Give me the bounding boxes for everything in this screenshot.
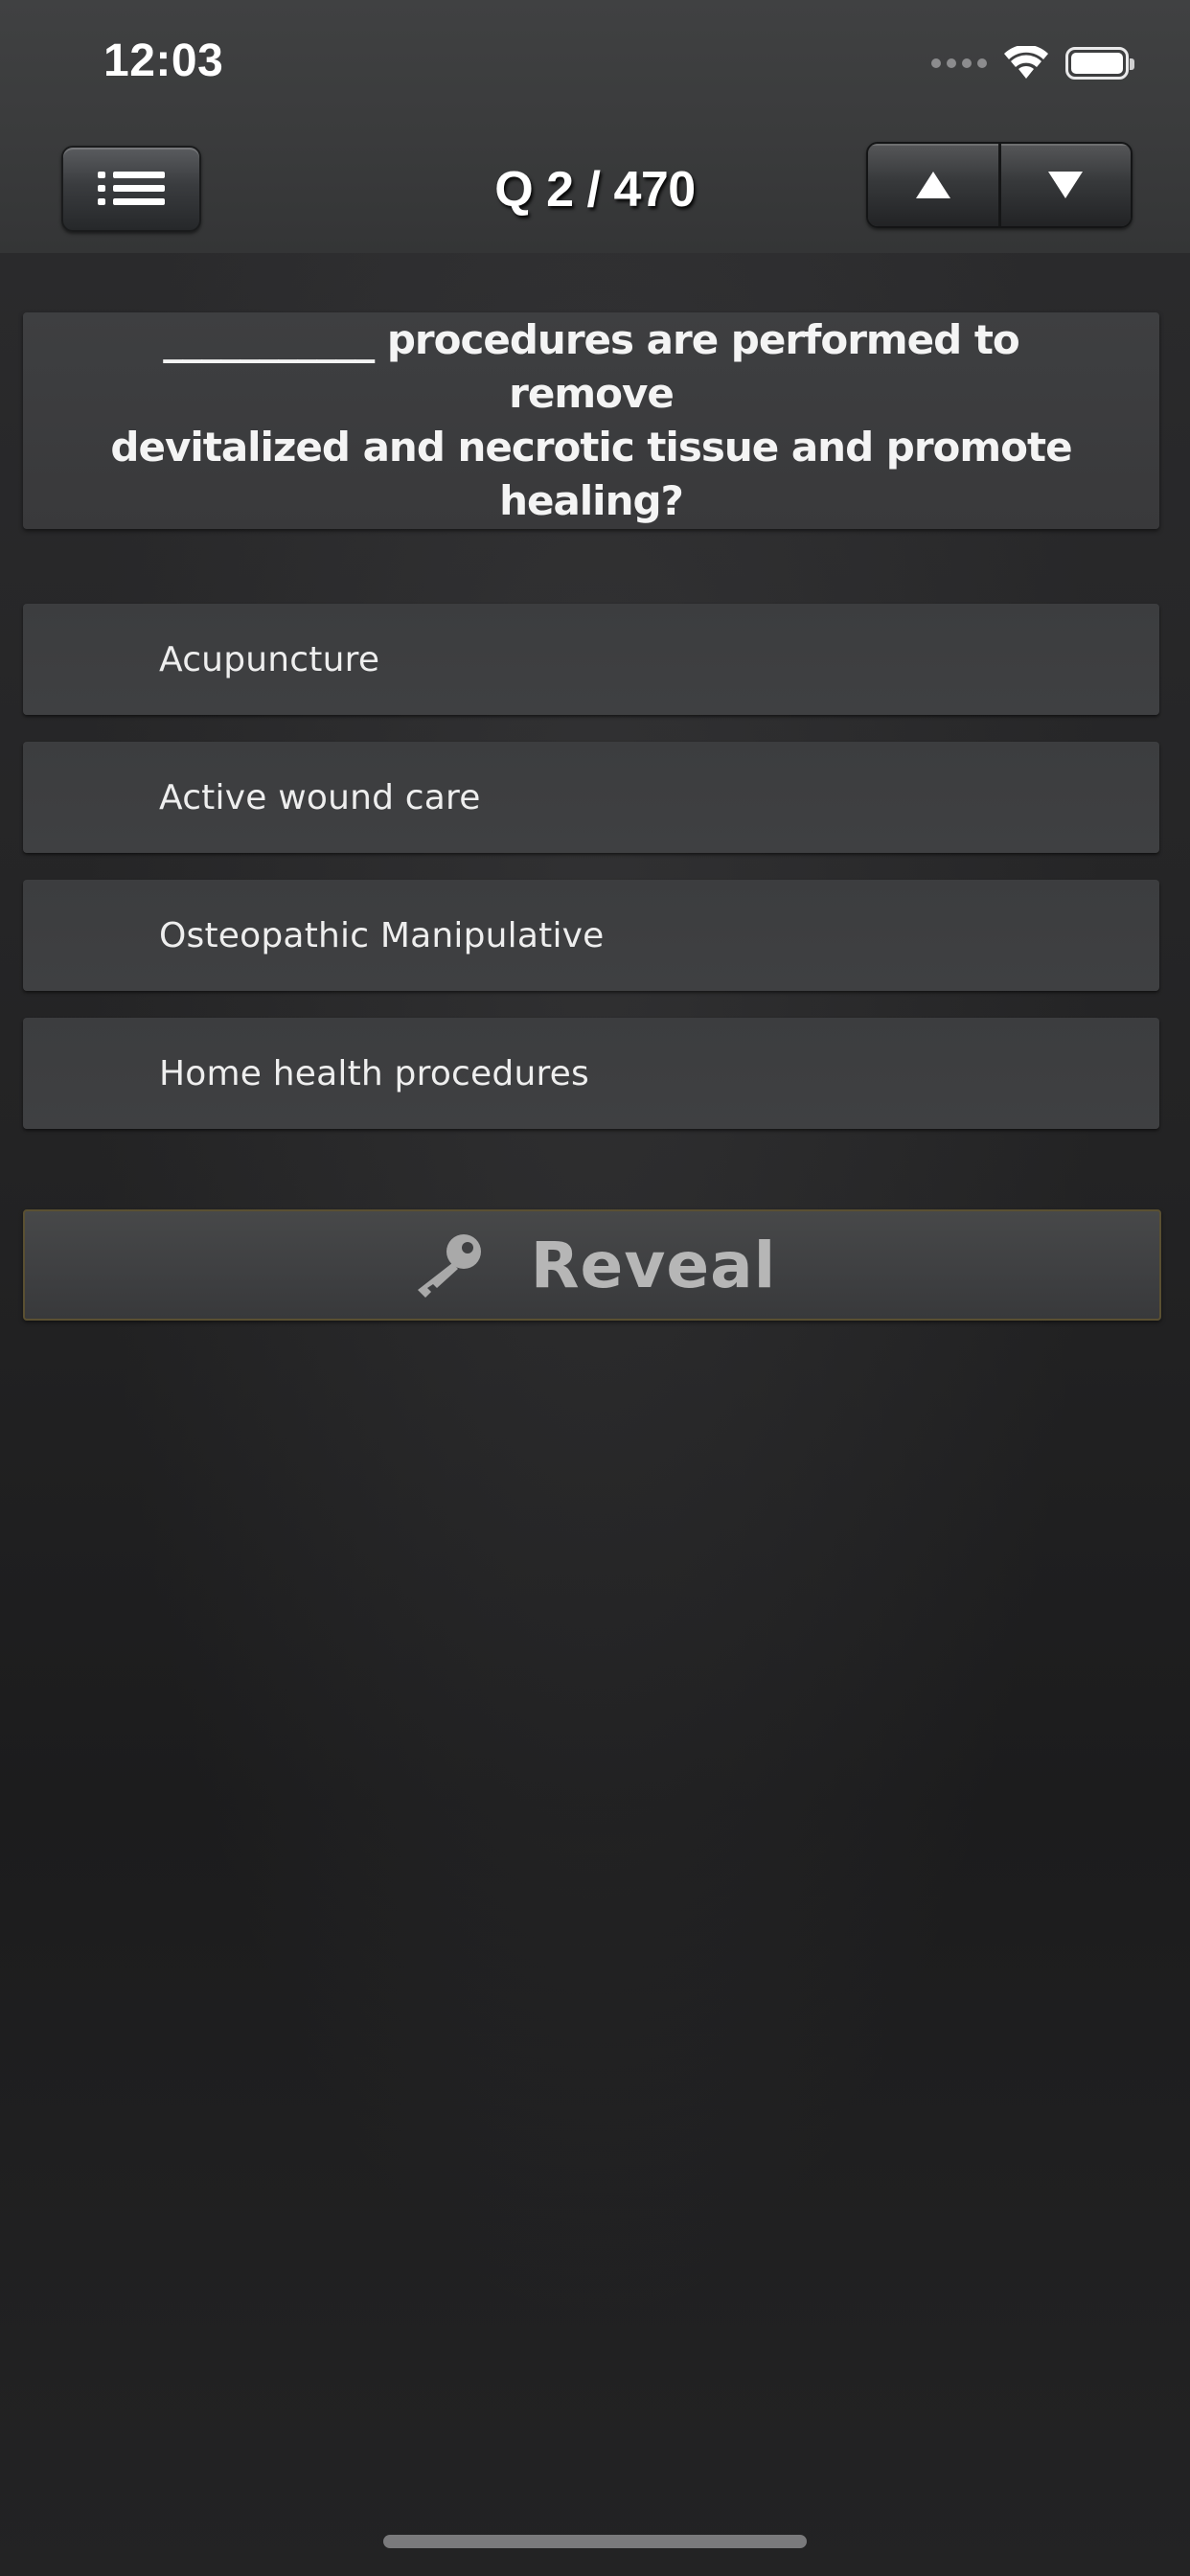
answer-label: Active wound care	[159, 777, 481, 817]
triangle-up-icon	[915, 172, 950, 198]
question-line-1: ___________ procedures are performed to …	[163, 316, 1020, 417]
cellular-signal-icon	[931, 58, 987, 68]
status-icons	[931, 44, 1134, 82]
question-card: ___________ procedures are performed to …	[23, 312, 1159, 529]
top-bar: 12:03 Q 2 / 470	[0, 0, 1190, 253]
answer-label: Osteopathic Manipulative	[159, 915, 605, 955]
question-nav-segmented-control	[866, 142, 1133, 228]
wifi-icon	[1004, 46, 1048, 79]
answer-option[interactable]: Acupuncture	[23, 604, 1159, 715]
triangle-down-icon	[1048, 172, 1084, 198]
status-time: 12:03	[103, 35, 224, 86]
answer-option[interactable]: Active wound care	[23, 742, 1159, 853]
answer-option[interactable]: Home health procedures	[23, 1018, 1159, 1129]
previous-question-button[interactable]	[868, 144, 998, 226]
next-question-button[interactable]	[997, 144, 1131, 226]
answer-label: Acupuncture	[159, 639, 380, 679]
reveal-button[interactable]: Reveal	[23, 1209, 1161, 1321]
reveal-label: Reveal	[530, 1228, 777, 1302]
key-icon	[417, 1234, 481, 1298]
question-line-2: devitalized and necrotic tissue and prom…	[110, 424, 1072, 524]
answer-list: Acupuncture Active wound care Osteopathi…	[23, 604, 1159, 1156]
battery-icon	[1065, 47, 1134, 80]
answer-label: Home health procedures	[159, 1053, 589, 1093]
home-indicator[interactable]	[383, 2535, 807, 2548]
answer-option[interactable]: Osteopathic Manipulative	[23, 880, 1159, 991]
question-text: ___________ procedures are performed to …	[80, 313, 1102, 528]
